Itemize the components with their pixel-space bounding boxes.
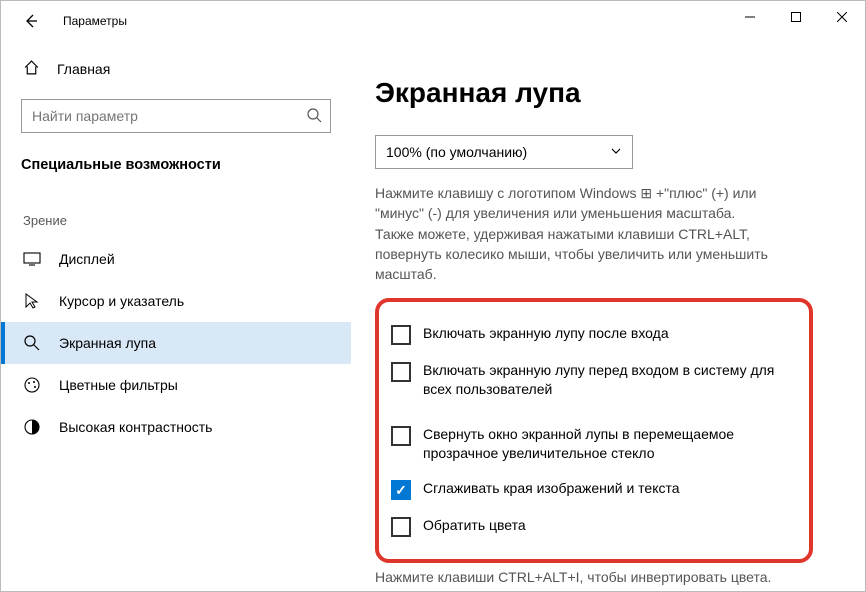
sidebar-item-magnifier[interactable]: Экранная лупа	[1, 322, 351, 364]
settings-window: Параметры Главная Специальные возможност…	[0, 0, 866, 592]
nav-label: Высокая контрастность	[59, 419, 212, 435]
sidebar-item-cursor[interactable]: Курсор и указатель	[1, 280, 351, 322]
page-title: Экранная лупа	[375, 77, 835, 109]
checkbox-icon	[391, 517, 411, 537]
search-input[interactable]	[21, 99, 331, 133]
sidebar-item-color-filters[interactable]: Цветные фильтры	[1, 364, 351, 406]
zoom-dropdown[interactable]: 100% (по умолчанию)	[375, 135, 633, 169]
checkbox-start-before-signin[interactable]: Включать экранную лупу перед входом в си…	[391, 353, 795, 407]
checkbox-label: Включать экранную лупу перед входом в си…	[423, 361, 795, 399]
nav-label: Курсор и указатель	[59, 293, 184, 309]
body: Главная Специальные возможности Зрение Д…	[1, 41, 865, 591]
checkbox-icon	[391, 362, 411, 382]
checkbox-label: Свернуть окно экранной лупы в перемещаем…	[423, 425, 795, 463]
search-icon	[306, 107, 322, 126]
section-title: Специальные возможности	[1, 151, 351, 189]
checkbox-label: Обратить цвета	[423, 516, 526, 535]
checkbox-icon	[391, 426, 411, 446]
checkbox-label: Включать экранную лупу после входа	[423, 324, 669, 343]
minimize-button[interactable]	[727, 1, 773, 33]
back-button[interactable]	[19, 9, 43, 33]
titlebar: Параметры	[1, 1, 865, 41]
window-title: Параметры	[63, 14, 127, 28]
nav-label: Экранная лупа	[59, 335, 156, 351]
checkbox-collapse-window[interactable]: Свернуть окно экранной лупы в перемещаем…	[391, 417, 795, 471]
nav-label: Цветные фильтры	[59, 377, 178, 393]
checkbox-invert-colors[interactable]: Обратить цвета	[391, 508, 795, 545]
options-group-highlighted: Включать экранную лупу после входа Включ…	[375, 298, 813, 563]
content: Экранная лупа 100% (по умолчанию) Нажмит…	[351, 41, 865, 591]
close-button[interactable]	[819, 1, 865, 33]
footer-hint: Нажмите клавиши CTRL+ALT+I, чтобы инверт…	[375, 569, 795, 585]
checkbox-start-after-signin[interactable]: Включать экранную лупу после входа	[391, 316, 795, 353]
maximize-button[interactable]	[773, 1, 819, 33]
cursor-icon	[23, 292, 41, 310]
search-field[interactable]	[32, 108, 306, 124]
sidebar: Главная Специальные возможности Зрение Д…	[1, 41, 351, 591]
sidebar-item-high-contrast[interactable]: Высокая контрастность	[1, 406, 351, 448]
hint-text-2: Также можете, удерживая нажатыми клавиши…	[375, 224, 795, 285]
checkbox-smooth-edges[interactable]: Сглаживать края изображений и текста	[391, 471, 795, 508]
contrast-icon	[23, 418, 41, 436]
dropdown-value: 100% (по умолчанию)	[386, 144, 527, 160]
palette-icon	[23, 376, 41, 394]
nav-label: Дисплей	[59, 251, 115, 267]
sidebar-item-display[interactable]: Дисплей	[1, 238, 351, 280]
checkbox-label: Сглаживать края изображений и текста	[423, 479, 680, 498]
chevron-down-icon	[610, 144, 622, 160]
home-icon	[23, 59, 41, 79]
group-label: Зрение	[1, 189, 351, 238]
window-controls	[727, 1, 865, 33]
checkbox-icon-checked	[391, 480, 411, 500]
magnifier-icon	[23, 334, 41, 352]
home-label: Главная	[57, 61, 110, 77]
hint-text-1: Нажмите клавишу с логотипом Windows ⊞ +"…	[375, 183, 795, 224]
checkbox-icon	[391, 325, 411, 345]
display-icon	[23, 250, 41, 268]
sidebar-item-home[interactable]: Главная	[1, 51, 351, 87]
